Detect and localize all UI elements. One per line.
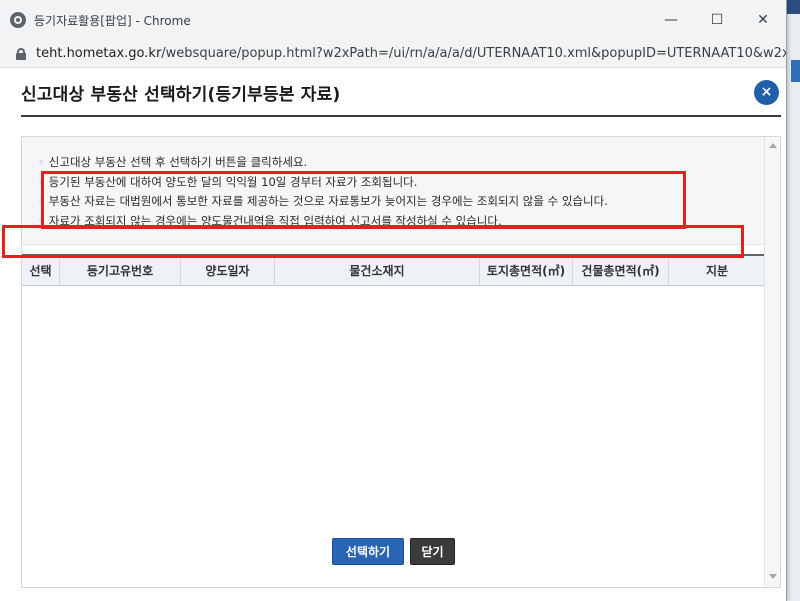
url-text[interactable]: teht.hometax.go.kr/websquare/popup.html?… [36, 46, 786, 61]
background-tab [791, 60, 800, 82]
column-header-land-area[interactable]: 토지총면적(㎡) [480, 256, 573, 285]
minimize-button[interactable]: — [648, 0, 694, 40]
chrome-icon [10, 12, 26, 28]
highlight-box-notices [41, 171, 686, 229]
scroll-down-icon[interactable] [769, 574, 777, 579]
maximize-button[interactable]: ☐ [694, 0, 740, 40]
page-title: 신고대상 부동산 선택하기(등기부등본 자료) [21, 84, 341, 105]
popup-window: 등기자료활용[팝업] - Chrome — ☐ ✕ teht.hometax.g… [0, 0, 787, 601]
select-button[interactable]: 선택하기 [332, 538, 404, 565]
button-bar: 선택하기 닫기 [0, 538, 787, 565]
close-window-button[interactable]: ✕ [740, 0, 786, 40]
column-header-registry-number[interactable]: 등기고유번호 [60, 256, 181, 285]
highlight-box-empty-row [2, 225, 744, 258]
url-path: /websquare/popup.html?w2xPath=/ui/rn/a/a… [161, 46, 786, 61]
background-block [787, 0, 800, 14]
title-divider [21, 115, 781, 117]
notice-item: ◦ 신고대상 부동산 선택 후 선택하기 버튼을 클릭하세요. [38, 153, 765, 173]
window-controls: — ☐ ✕ [648, 0, 786, 40]
column-header-share[interactable]: 지분 [669, 256, 765, 285]
minimize-icon: — [664, 12, 678, 28]
column-header-building-area[interactable]: 건물총면적(㎡) [573, 256, 669, 285]
close-icon: × [760, 84, 773, 100]
popup-close-button[interactable]: × [754, 80, 779, 105]
address-bar[interactable]: teht.hometax.go.kr/websquare/popup.html?… [0, 40, 786, 68]
lock-icon [16, 47, 26, 60]
scroll-area[interactable]: ◦ 신고대상 부동산 선택 후 선택하기 버튼을 클릭하세요. ◦ 등기된 부동산에… [21, 136, 781, 588]
window-title: 등기자료활용[팝업] - Chrome [34, 13, 191, 28]
popup-header: 신고대상 부동산 선택하기(등기부등본 자료) × [0, 68, 787, 116]
property-table: 선택 등기고유번호 양도일자 물건소재지 토지총면적(㎡) 건물총면적(㎡) 지… [22, 254, 765, 286]
background-page [786, 0, 800, 601]
popup-content: 신고대상 부동산 선택하기(등기부등본 자료) × ◦ 신고대상 부동산 선택 후… [0, 68, 787, 601]
close-icon: ✕ [757, 12, 769, 28]
column-header-location[interactable]: 물건소재지 [275, 256, 480, 285]
bullet-icon: ◦ [38, 155, 45, 169]
vertical-scrollbar[interactable] [764, 137, 780, 587]
notice-text: 신고대상 부동산 선택 후 선택하기 버튼을 클릭하세요. [48, 155, 308, 169]
maximize-icon: ☐ [710, 12, 724, 28]
scroll-up-icon[interactable] [769, 143, 777, 148]
column-header-transfer-date[interactable]: 양도일자 [181, 256, 275, 285]
title-bar: 등기자료활용[팝업] - Chrome — ☐ ✕ [0, 0, 786, 40]
column-header-select[interactable]: 선택 [22, 256, 60, 285]
table-header: 선택 등기고유번호 양도일자 물건소재지 토지총면적(㎡) 건물총면적(㎡) 지… [22, 254, 765, 286]
close-button[interactable]: 닫기 [410, 538, 455, 565]
url-host: teht.hometax.go.kr [36, 46, 162, 61]
